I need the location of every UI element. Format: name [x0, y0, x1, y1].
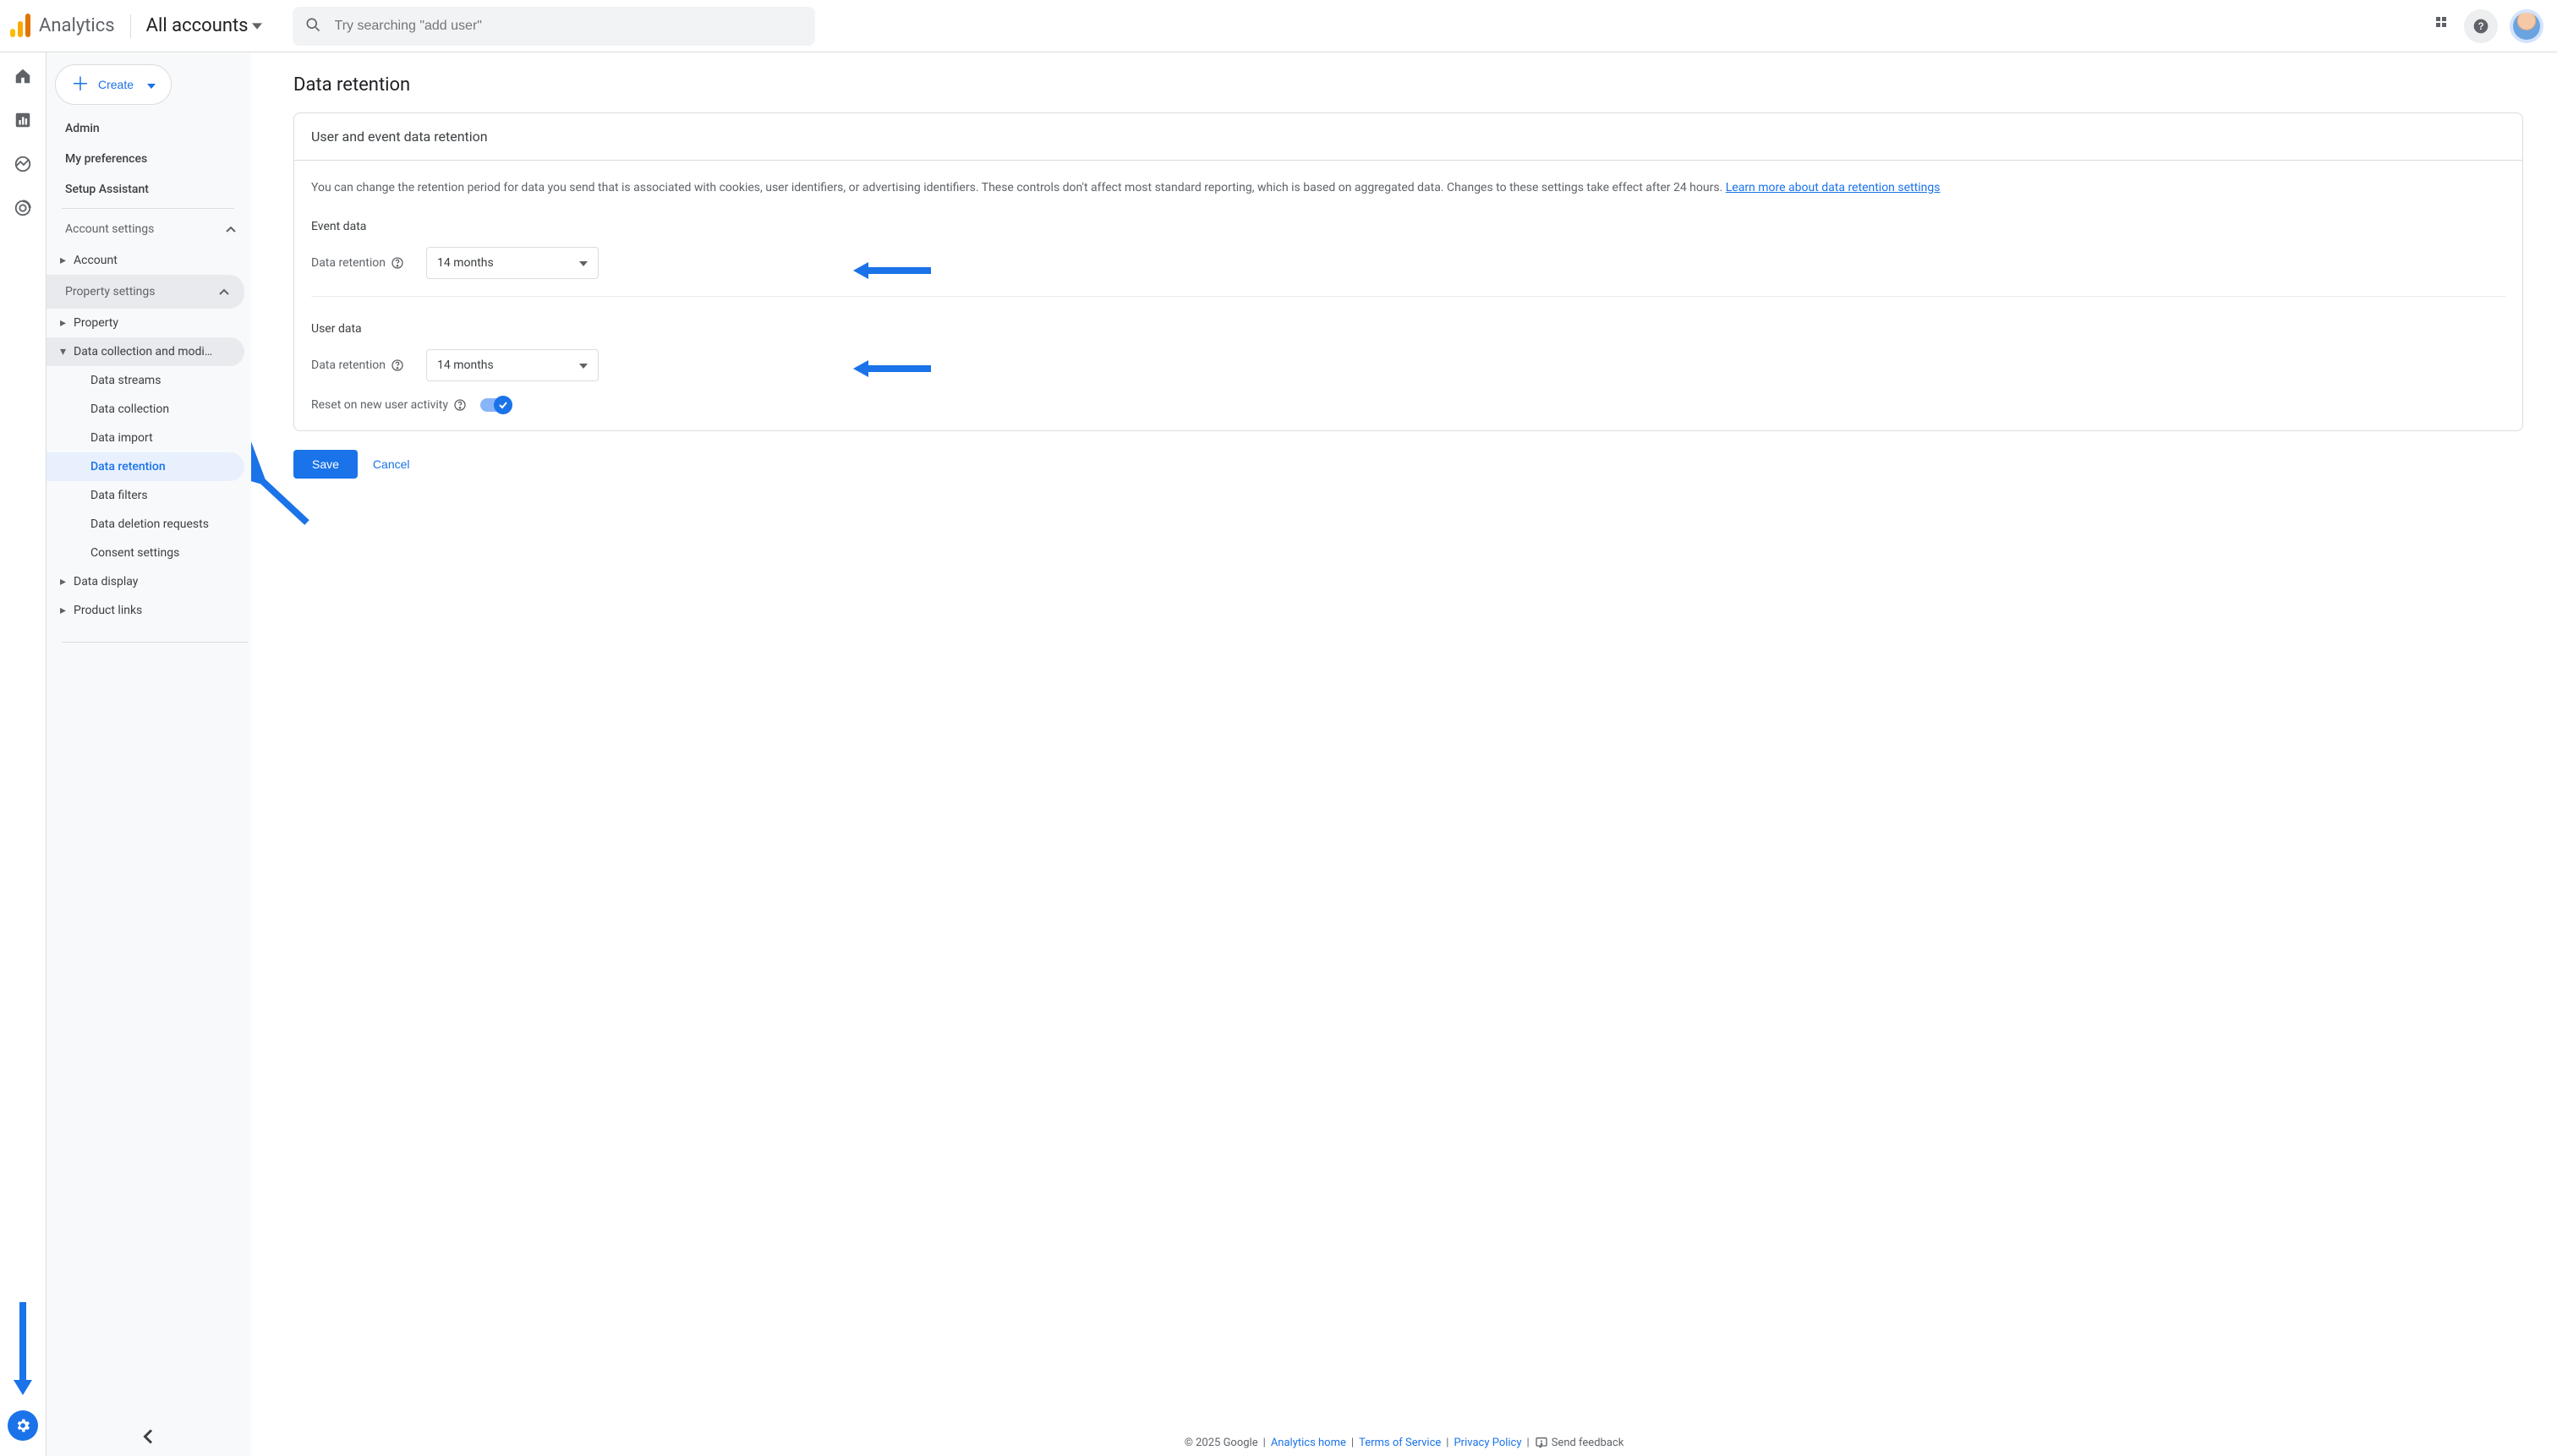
explore-icon[interactable] — [11, 152, 35, 176]
collapse-panel-button[interactable] — [141, 1429, 156, 1448]
nav-data-import[interactable]: Data import — [47, 424, 244, 452]
footer-analytics-home[interactable]: Analytics home — [1271, 1437, 1346, 1449]
nav-property-label: Property — [74, 316, 118, 330]
apps-grid-icon[interactable] — [2435, 16, 2452, 36]
user-retention-row: Data retention 14 months — [311, 349, 2505, 381]
nav-setup-assistant[interactable]: Setup Assistant — [65, 174, 244, 205]
nav-account-label: Account — [74, 254, 118, 267]
divider — [62, 208, 234, 209]
advertising-icon[interactable] — [11, 196, 35, 220]
caret-right-icon: ▸ — [60, 575, 67, 588]
account-picker-label: All accounts — [146, 15, 249, 36]
learn-more-link[interactable]: Learn more about data retention settings — [1726, 181, 1941, 194]
reports-icon[interactable] — [11, 108, 35, 132]
divider — [62, 642, 248, 643]
nav-product-links[interactable]: ▸ Product links — [47, 596, 244, 625]
chevron-up-icon — [219, 285, 229, 298]
vertical-divider — [130, 14, 131, 38]
account-avatar[interactable] — [2510, 9, 2543, 43]
caret-right-icon: ▸ — [60, 604, 67, 617]
nav-data-deletion-requests[interactable]: Data deletion requests — [47, 510, 244, 539]
footer-copyright: © 2025 Google — [1185, 1437, 1258, 1449]
footer-send-feedback[interactable]: Send feedback — [1535, 1436, 1624, 1449]
caret-down-icon: ▾ — [60, 345, 67, 359]
reset-activity-toggle[interactable] — [480, 398, 511, 412]
account-picker[interactable]: All accounts — [146, 15, 262, 36]
cancel-button[interactable]: Cancel — [373, 457, 410, 471]
nav-admin[interactable]: Admin — [65, 113, 244, 144]
admin-sidepanel: ＋ Create Admin My preferences Setup Assi… — [47, 52, 251, 1456]
retention-card: User and event data retention You can ch… — [293, 112, 2523, 431]
search-icon — [304, 16, 321, 36]
search-bar[interactable] — [293, 7, 815, 46]
card-intro: You can change the retention period for … — [311, 179, 2505, 198]
event-retention-label: Data retention — [311, 256, 386, 270]
footer: © 2025 Google | Analytics home | Terms o… — [251, 1436, 2557, 1449]
property-settings-label: Property settings — [65, 285, 156, 298]
nav-my-preferences[interactable]: My preferences — [65, 144, 244, 174]
create-label: Create — [98, 78, 134, 91]
nav-data-display[interactable]: ▸ Data display — [47, 567, 244, 596]
help-icon[interactable] — [453, 398, 467, 412]
page-title: Data retention — [293, 74, 2523, 96]
caret-right-icon: ▸ — [60, 254, 67, 267]
user-retention-value: 14 months — [437, 359, 494, 372]
event-retention-row: Data retention 14 months — [311, 247, 2505, 279]
nav-consent-settings[interactable]: Consent settings — [47, 539, 244, 567]
nav-data-filters[interactable]: Data filters — [47, 481, 244, 510]
footer-terms[interactable]: Terms of Service — [1359, 1437, 1441, 1449]
create-button[interactable]: ＋ Create — [55, 64, 172, 105]
chevron-up-icon — [226, 222, 236, 236]
annotation-arrow-nav — [251, 472, 319, 534]
account-settings-label: Account settings — [65, 222, 154, 236]
nav-data-collection[interactable]: Data collection — [47, 395, 244, 424]
caret-right-icon: ▸ — [60, 316, 67, 330]
user-retention-select[interactable]: 14 months — [426, 349, 599, 381]
search-input[interactable] — [335, 19, 803, 34]
footer-privacy[interactable]: Privacy Policy — [1454, 1437, 1521, 1449]
reset-activity-label: Reset on new user activity — [311, 398, 448, 412]
event-data-heading: Event data — [311, 220, 2505, 233]
nav-data-collection-modification[interactable]: ▾ Data collection and modifica… — [47, 337, 244, 366]
event-retention-value: 14 months — [437, 256, 494, 270]
left-rail — [0, 52, 47, 1456]
help-icon[interactable] — [391, 256, 404, 270]
nav-property[interactable]: ▸ Property — [47, 309, 244, 337]
nav-data-streams[interactable]: Data streams — [47, 366, 244, 395]
caret-down-icon — [147, 78, 156, 91]
user-retention-label: Data retention — [311, 359, 386, 372]
property-settings-header[interactable]: Property settings — [47, 275, 244, 309]
account-settings-header[interactable]: Account settings — [47, 212, 251, 246]
brand-text: Analytics — [39, 15, 115, 36]
nav-data-retention[interactable]: Data retention — [47, 452, 244, 481]
analytics-logo-icon — [10, 12, 32, 41]
user-data-heading: User data — [311, 322, 2505, 336]
card-title: User and event data retention — [294, 113, 2522, 161]
avatar-image — [2513, 13, 2540, 40]
plus-icon: ＋ — [71, 75, 90, 94]
event-retention-select[interactable]: 14 months — [426, 247, 599, 279]
nav-account[interactable]: ▸ Account — [47, 246, 244, 275]
caret-down-icon — [579, 256, 588, 270]
help-icon[interactable] — [391, 359, 404, 372]
content-area: Data retention User and event data reten… — [251, 52, 2557, 1456]
caret-down-icon — [252, 15, 262, 36]
svg-text:?: ? — [2478, 21, 2483, 32]
reset-activity-row: Reset on new user activity — [311, 398, 2505, 412]
admin-gear-button[interactable] — [8, 1410, 38, 1441]
caret-down-icon — [579, 359, 588, 372]
top-bar: Analytics All accounts ? — [0, 0, 2557, 52]
divider — [311, 296, 2505, 297]
nav-data-collection-label: Data collection and modifica… — [74, 345, 217, 359]
home-icon[interactable] — [11, 64, 35, 88]
brand-group: Analytics — [7, 12, 115, 41]
help-button[interactable]: ? — [2464, 9, 2498, 43]
toggle-knob — [494, 396, 512, 414]
